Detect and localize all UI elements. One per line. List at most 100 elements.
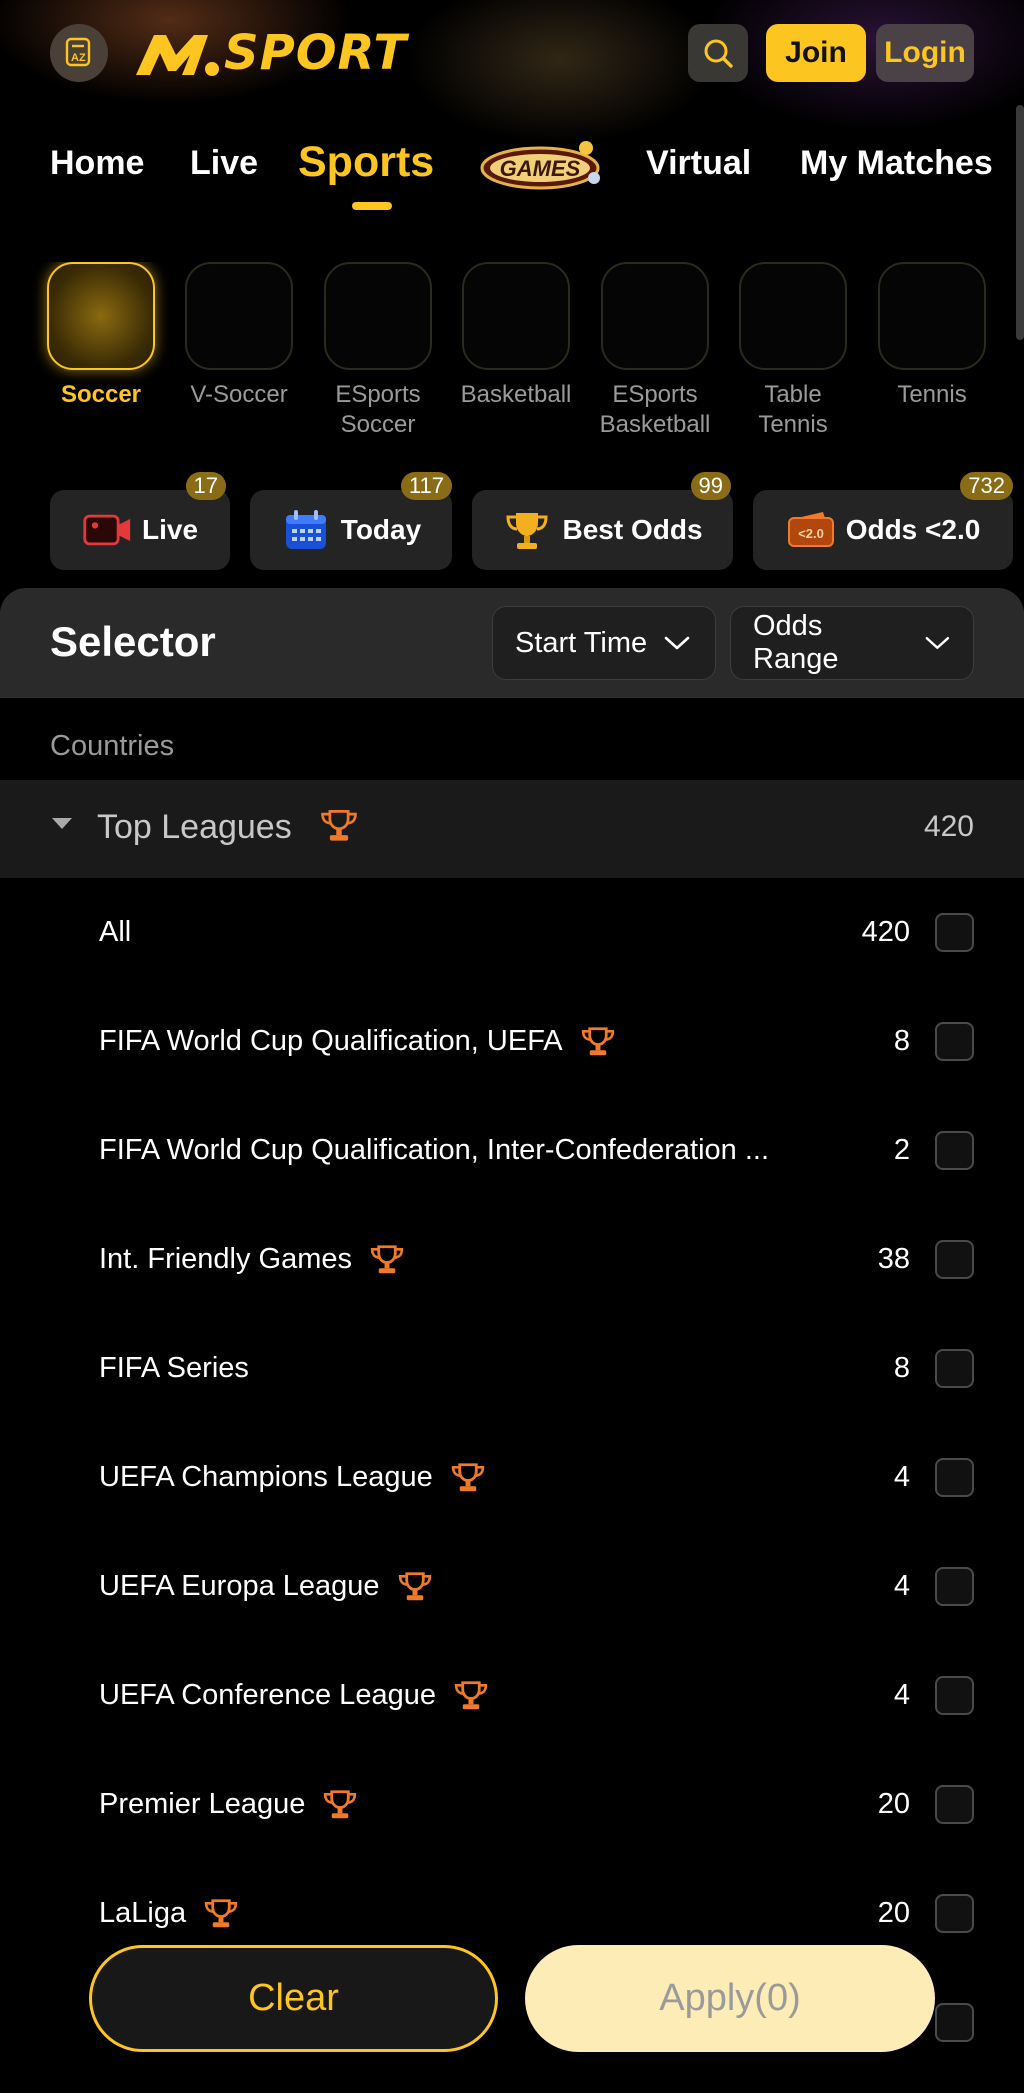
- sport-label: Soccer: [60, 381, 142, 408]
- apply-button[interactable]: Apply(0): [525, 1945, 935, 2052]
- league-checkbox[interactable]: [935, 1458, 974, 1497]
- sport-label: Basketball: [460, 381, 572, 408]
- league-checkbox[interactable]: [935, 1676, 974, 1715]
- league-count: 20: [877, 1788, 910, 1820]
- nav-my-matches[interactable]: My Matches: [800, 144, 993, 183]
- group-count: 420: [923, 810, 974, 843]
- trophy-icon: [449, 1460, 487, 1496]
- chip-best-odds[interactable]: Best Odds 99: [472, 472, 733, 570]
- countries-section-label: Countries: [50, 730, 175, 762]
- chip-odds-under-2[interactable]: <2.0 Odds <2.0 732: [753, 472, 1013, 570]
- league-count: 4: [893, 1570, 910, 1602]
- start-time-dropdown[interactable]: Start Time: [492, 606, 716, 680]
- league-row[interactable]: UEFA Conference League 4: [0, 1641, 1024, 1750]
- chevron-down-icon: [664, 636, 690, 650]
- top-header: AZ SPORT Join Login Home Live Sports Vir…: [0, 0, 1024, 340]
- chip-today[interactable]: Today 117: [250, 472, 452, 570]
- chip-count-badge: 732: [960, 472, 1013, 500]
- league-checkbox[interactable]: [935, 1240, 974, 1279]
- league-checkbox[interactable]: [935, 1894, 974, 1933]
- nav-home[interactable]: Home: [50, 144, 144, 183]
- v-soccer-icon: [185, 262, 293, 370]
- league-name-text: FIFA World Cup Qualification, UEFA: [99, 1025, 563, 1057]
- sport-basketball[interactable]: Basketball: [447, 262, 585, 410]
- sport-esports-soccer[interactable]: ESports Soccer: [309, 262, 447, 440]
- sport-v-soccer[interactable]: V-Soccer: [170, 262, 308, 410]
- league-checkbox[interactable]: [935, 1785, 974, 1824]
- league-row[interactable]: UEFA Europa League 4: [0, 1532, 1024, 1641]
- selector-title: Selector: [50, 618, 216, 665]
- league-count: 8: [893, 1352, 910, 1384]
- league-name: FIFA Series: [99, 1314, 249, 1423]
- sport-next-partial[interactable]: A: [1001, 262, 1016, 410]
- league-checkbox[interactable]: [935, 1349, 974, 1388]
- trophy-icon: [502, 510, 552, 550]
- quick-filter-chips: Live 17 Today 117 Best Odds 99 <2.0 Odds…: [0, 472, 1024, 572]
- league-name: FIFA World Cup Qualification, Inter-Conf…: [99, 1096, 769, 1205]
- league-name-text: Premier League: [99, 1788, 306, 1820]
- sport-label: ESports Soccer: [335, 381, 421, 438]
- league-count: 4: [893, 1461, 910, 1493]
- group-title: Top Leagues: [97, 808, 292, 846]
- top-leagues-group[interactable]: Top Leagues 420: [0, 780, 1024, 878]
- league-count: 38: [877, 1243, 910, 1275]
- league-row[interactable]: UEFA Champions League 4: [0, 1423, 1024, 1532]
- league-row[interactable]: FIFA Series 8: [0, 1314, 1024, 1423]
- league-name-text: UEFA Europa League: [99, 1570, 380, 1602]
- league-name: Premier League: [99, 1750, 359, 1859]
- page-scrollbar[interactable]: [1016, 105, 1024, 340]
- nav-active-indicator: [352, 202, 392, 210]
- league-name-text: LaLiga: [99, 1897, 187, 1929]
- join-button[interactable]: Join: [766, 24, 866, 82]
- league-row[interactable]: FIFA World Cup Qualification, Inter-Conf…: [0, 1096, 1024, 1205]
- odds-range-dropdown[interactable]: Odds Range: [730, 606, 974, 680]
- chip-live[interactable]: Live 17: [50, 472, 230, 570]
- sport-soccer[interactable]: Soccer: [32, 262, 170, 410]
- nav-live[interactable]: Live: [190, 144, 258, 183]
- league-row[interactable]: FIFA World Cup Qualification, UEFA 8: [0, 987, 1024, 1096]
- league-checkbox[interactable]: [935, 1567, 974, 1606]
- logo-text: SPORT: [224, 25, 408, 81]
- tennis-icon: [878, 262, 986, 370]
- table-tennis-icon: [739, 262, 847, 370]
- sport-label: ESports Basketball: [599, 381, 711, 438]
- odds-ticket-icon: <2.0: [786, 510, 836, 550]
- league-count: 4: [893, 1679, 910, 1711]
- league-row[interactable]: Premier League 20: [0, 1750, 1024, 1859]
- sport-table-tennis[interactable]: Table Tennis: [724, 262, 862, 440]
- league-name-text: FIFA World Cup Qualification, Inter-Conf…: [99, 1134, 770, 1166]
- basketball-icon: [462, 262, 570, 370]
- league-checkbox[interactable]: [935, 913, 974, 952]
- league-checkbox[interactable]: [935, 1131, 974, 1170]
- chip-label: Odds <2.0: [845, 514, 981, 545]
- selector-panel: Selector Start Time Odds Range Countries…: [0, 588, 1024, 2093]
- league-checkbox[interactable]: [935, 2003, 974, 2042]
- chip-count-badge: 17: [185, 472, 226, 500]
- caret-down-icon: [52, 818, 72, 829]
- svg-text:AZ: AZ: [71, 52, 86, 64]
- nav-sports[interactable]: Sports: [298, 140, 434, 187]
- clear-button[interactable]: Clear: [89, 1945, 498, 2052]
- league-name: All: [99, 878, 131, 987]
- chip-count-badge: 99: [690, 472, 731, 500]
- league-checkbox[interactable]: [935, 1022, 974, 1061]
- league-row[interactable]: Int. Friendly Games 38: [0, 1205, 1024, 1314]
- search-icon: [704, 39, 733, 68]
- sport-tennis[interactable]: Tennis: [863, 262, 1001, 410]
- league-row[interactable]: All 420: [0, 878, 1024, 987]
- nav-virtual[interactable]: Virtual: [646, 144, 751, 183]
- a-z-sort-button[interactable]: AZ: [50, 24, 108, 82]
- sport-esports-basketball[interactable]: ESports Basketball: [586, 262, 724, 440]
- nav-games[interactable]: GAMES: [478, 140, 604, 192]
- games-badge-label: GAMES: [500, 156, 581, 181]
- brand-logo[interactable]: SPORT: [132, 24, 407, 82]
- dropdown-label: Start Time: [515, 626, 648, 659]
- login-button[interactable]: Login: [876, 24, 974, 82]
- trophy-icon: [321, 1787, 359, 1823]
- league-name: UEFA Europa League: [99, 1532, 434, 1641]
- odds-ticket-text: <2.0: [798, 526, 824, 541]
- chip-label: Best Odds: [562, 514, 703, 545]
- search-button[interactable]: [688, 24, 748, 82]
- sports-category-row: Soccer V-Soccer ESports Soccer Basketbal…: [0, 262, 1016, 442]
- soccer-icon: [47, 262, 155, 370]
